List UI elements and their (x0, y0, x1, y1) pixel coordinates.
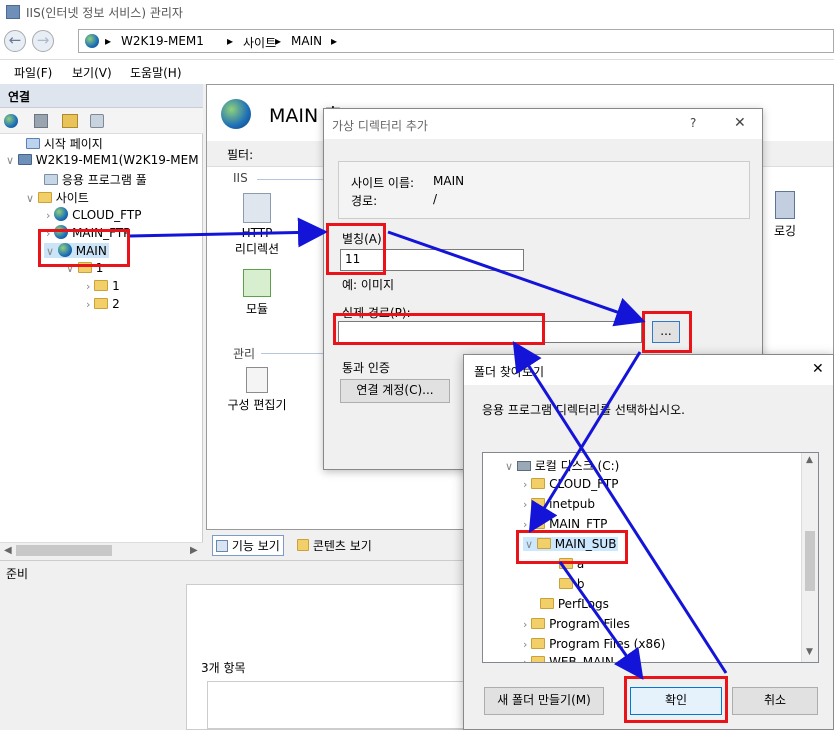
arrow-ok-to-path (512, 340, 728, 674)
annotation-arrows (129, 217, 728, 680)
arrow-folder-to-ok (558, 561, 644, 680)
arrow-browse-to-folder (528, 351, 642, 534)
arrow-site-to-alias (129, 217, 328, 248)
arrow-alias-to-browse (387, 230, 646, 327)
